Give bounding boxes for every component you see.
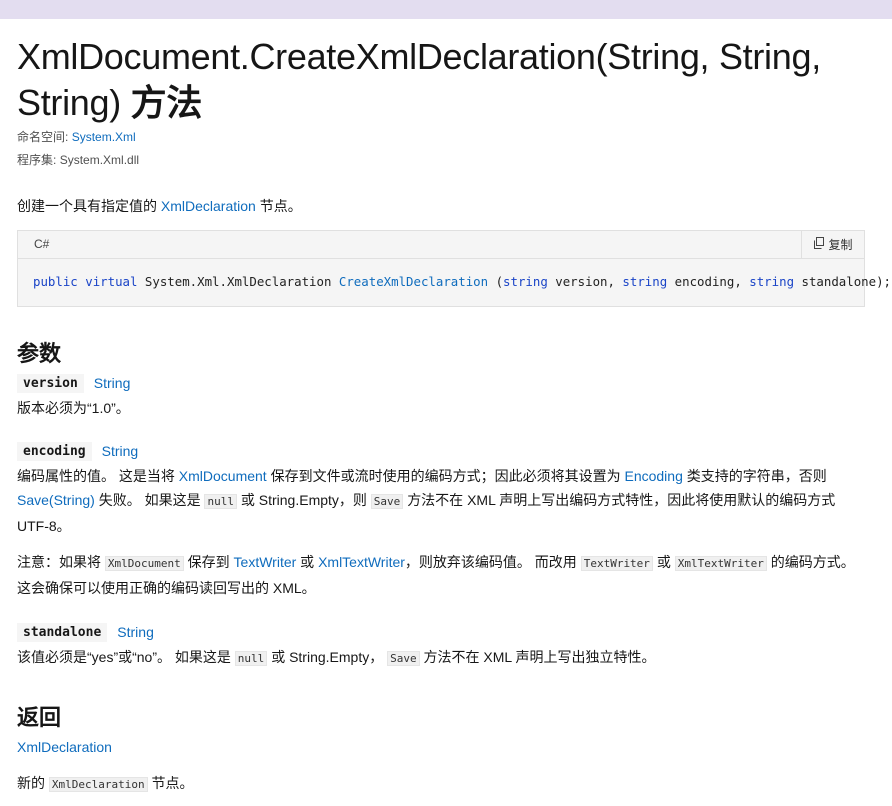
title-suffix: 方法 [130,82,203,123]
xmldeclaration-link[interactable]: XmlDeclaration [161,198,256,214]
top-banner [0,0,892,19]
text: 或 [300,554,315,570]
encoding-link[interactable]: Encoding [624,468,682,484]
text: 编码属性的值。 这是当将 [17,468,175,484]
textwriter-link[interactable]: TextWriter [234,554,297,570]
inline-code-textwriter: TextWriter [580,556,653,571]
text: 类支持的字符串，否则 [686,468,827,484]
namespace-label: 命名空间: [17,130,69,144]
summary-text: 创建一个具有指定值的 [17,198,157,214]
inline-code-xmltextwriter: XmlTextWriter [674,556,767,571]
text: 或 String.Empty， [271,649,384,665]
inline-code-save: Save [370,494,404,509]
title-line2: String) [17,82,121,123]
kw-public: public [33,274,78,289]
param-version-desc: 版本必须为“1.0”。 [17,400,130,416]
copy-icon [813,237,825,252]
param-encoding-row: encoding String [17,439,865,463]
kw-virtual: virtual [85,274,138,289]
xmltextwriter-link[interactable]: XmlTextWriter [318,554,405,570]
assembly-label: 程序集: [17,153,57,167]
inline-code-null: null [234,651,268,666]
param-name: version [17,373,84,393]
metadata: 命名空间: System.Xml 程序集: System.Xml.dll [17,126,865,172]
namespace-row: 命名空间: System.Xml [17,126,865,149]
returns-heading: 返回 [17,705,62,730]
title-line1: XmlDocument.CreateXmlDeclaration(String,… [17,36,821,77]
code-block: C# 复制 public virtual System.Xml.XmlDecla… [17,230,891,307]
save-method-link[interactable]: Save(String) [17,492,95,508]
param-type-link[interactable]: String [94,375,131,391]
inline-code-xmldeclaration: XmlDeclaration [48,777,148,792]
text: 注意：如果将 [17,554,101,570]
kw-string-1: string [503,274,548,289]
copy-button[interactable]: 复制 [801,231,864,258]
text: 保存到 [187,554,230,570]
param-encoding-desc: 编码属性的值。 这是当将 XmlDocument 保存到文件或流时使用的编码方式… [17,464,865,538]
code-language: C# [34,237,50,251]
text: ，则放弃该编码值。 而改用 [404,554,577,570]
text: 该值必须是“yes”或“no”。 如果这是 [17,649,231,665]
returns-type: XmlDeclaration [17,735,865,759]
param-standalone: standalone); [801,274,892,289]
param-name: standalone [17,622,108,642]
text: 或 String.Empty，则 [240,492,367,508]
param-encoding: encoding, [674,274,742,289]
param-standalone-desc: 该值必须是“yes”或“no”。 如果这是 null 或 String.Empt… [17,645,865,671]
main-content: XmlDocument.CreateXmlDeclaration(String,… [17,34,891,797]
inline-code-null: null [204,494,237,509]
namespace-link[interactable]: System.Xml [72,130,136,144]
return-type: System.Xml.XmlDeclaration [144,274,332,289]
open-paren: ( [495,274,504,289]
param-encoding-note: 注意：如果将 XmlDocument 保存到 TextWriter 或 XmlT… [17,550,865,600]
text: 新的 [17,775,45,791]
assembly-value: System.Xml.dll [59,153,140,167]
param-standalone-row: standalone String [17,620,865,644]
inline-code-save: Save [387,651,420,666]
text: 失败。 如果这是 [98,492,201,508]
inline-code-xmldocument: XmlDocument [104,556,184,571]
kw-string-3: string [749,274,795,289]
param-name: encoding [17,441,92,461]
copy-label: 复制 [828,238,853,252]
param-version: version, [555,274,615,289]
text: 保存到文件或流时使用的编码方式；因此必须将其设置为 [270,468,621,484]
summary: 创建一个具有指定值的 XmlDeclaration 节点。 [17,195,865,217]
kw-string-2: string [622,274,668,289]
method-name: CreateXmlDeclaration [338,274,489,289]
param-type-link[interactable]: String [102,443,139,459]
summary-text-end: 节点。 [259,198,302,214]
returns-desc: 新的 XmlDeclaration 节点。 [17,771,865,797]
code-content: public virtual System.Xml.XmlDeclaration… [18,259,891,306]
text: 节点。 [151,775,194,791]
xmldocument-link[interactable]: XmlDocument [179,468,267,484]
text: 方法不在 XML 声明上写出独立特性。 [423,649,656,665]
page-title: XmlDocument.CreateXmlDeclaration(String,… [17,34,865,126]
return-type-link[interactable]: XmlDeclaration [17,739,112,755]
params-heading: 参数 [17,341,62,366]
text: 或 [656,554,671,570]
code-header: C# 复制 [18,231,864,259]
param-type-link[interactable]: String [117,624,154,640]
assembly-row: 程序集: System.Xml.dll [17,149,865,172]
param-version-row: version String [17,371,865,395]
